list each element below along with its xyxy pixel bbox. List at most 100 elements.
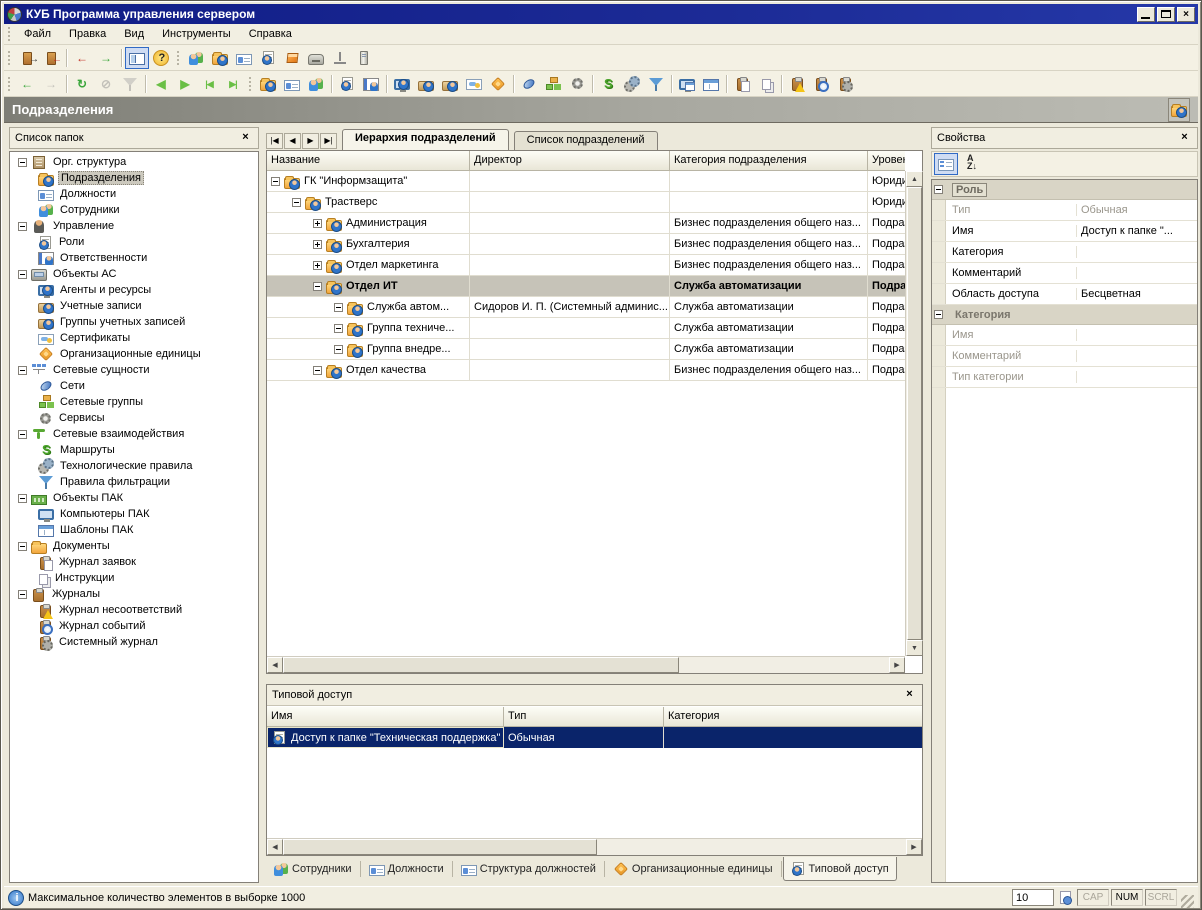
vertical-scroll-thumb[interactable]: [907, 187, 922, 640]
tree-item[interactable]: Группы учетных записей: [10, 314, 258, 330]
expand-toggle-icon[interactable]: [18, 589, 27, 599]
property-group-row[interactable]: Категория: [932, 305, 1197, 325]
department-row[interactable]: Отдел качества Бизнес подразделения общег…: [267, 360, 905, 381]
refresh-button[interactable]: ↻: [70, 73, 94, 95]
bottom-tab[interactable]: Сотрудники: [266, 857, 359, 881]
tree-item[interactable]: Ответственности: [10, 250, 258, 266]
tab-active[interactable]: Иерархия подразделений: [342, 129, 509, 150]
tree-item[interactable]: Орг. структура: [10, 154, 258, 170]
tree-item[interactable]: Сертификаты: [10, 330, 258, 346]
clipboard-gear-button[interactable]: [833, 73, 857, 95]
scroll-right-icon[interactable]: ▶: [906, 839, 922, 855]
access-row[interactable]: Доступ к папке "Техническая поддержка" Об…: [267, 727, 922, 748]
collapse-group-icon[interactable]: [934, 185, 943, 194]
tree-item[interactable]: Подразделения: [10, 170, 258, 187]
nav-forward-button[interactable]: →: [39, 73, 63, 95]
collapse-group-icon[interactable]: [934, 310, 943, 319]
tab-nav-icon[interactable]: |◀: [266, 133, 283, 149]
tree-item[interactable]: Правила фильтрации: [10, 474, 258, 490]
users-group-button[interactable]: [304, 73, 328, 95]
department-row[interactable]: Группа техниче... Служба автоматизации Под…: [267, 318, 905, 339]
expand-toggle-icon[interactable]: [292, 197, 301, 207]
play-last-button[interactable]: ▶|: [221, 73, 245, 95]
scroll-right-icon[interactable]: ▶: [889, 657, 905, 673]
tree-item[interactable]: Маршруты: [10, 442, 258, 458]
expand-toggle-icon[interactable]: [18, 157, 27, 167]
folder-user-button[interactable]: [208, 47, 232, 69]
net-swirl-button[interactable]: [517, 73, 541, 95]
toolbar-grip[interactable]: [248, 74, 253, 93]
clipboard-page-button[interactable]: [730, 73, 754, 95]
tree-item[interactable]: Роли: [10, 234, 258, 250]
tree-item[interactable]: Компьютеры ПАК: [10, 506, 258, 522]
notebook-person-button[interactable]: [359, 73, 383, 95]
property-row[interactable]: Тип Обычная: [932, 200, 1197, 221]
menu-item[interactable]: Вид: [115, 26, 153, 42]
expand-toggle-icon[interactable]: [18, 429, 27, 439]
maximize-button[interactable]: [1157, 6, 1175, 22]
window-layout-button[interactable]: [699, 73, 723, 95]
property-row[interactable]: Категория: [932, 242, 1197, 263]
menu-item[interactable]: Правка: [60, 26, 115, 42]
tower-pc-button[interactable]: [352, 47, 376, 69]
id-card-button[interactable]: [280, 73, 304, 95]
horizontal-scroll-thumb[interactable]: [283, 657, 679, 673]
bottom-tab[interactable]: Типовой доступ: [782, 857, 897, 881]
expand-toggle-icon[interactable]: [313, 218, 322, 228]
scroll-up-icon[interactable]: ▲: [906, 171, 923, 187]
person-doc-button[interactable]: [335, 73, 359, 95]
column-header[interactable]: Директор: [470, 151, 670, 171]
sort-az-button[interactable]: [961, 153, 985, 175]
door-exit-red-button[interactable]: [39, 47, 63, 69]
tech-gears-button[interactable]: [620, 73, 644, 95]
property-row[interactable]: Имя Доступ к папке "...: [932, 221, 1197, 242]
folders-close-icon[interactable]: ×: [238, 131, 253, 145]
toolbar-grip[interactable]: [7, 48, 12, 67]
column-header[interactable]: Тип: [504, 707, 664, 727]
department-row[interactable]: Бухгалтерия Бизнес подразделения общего н…: [267, 234, 905, 255]
tree-item[interactable]: Инструкции: [10, 570, 258, 586]
expand-toggle-icon[interactable]: [313, 260, 322, 270]
expand-toggle-icon[interactable]: [313, 365, 322, 375]
minimize-button[interactable]: [1137, 6, 1155, 22]
department-row[interactable]: ГК "Информзащита" Юридиче: [267, 171, 905, 192]
person-doc-button[interactable]: [256, 47, 280, 69]
tree-item[interactable]: Сетевые взаимодействия: [10, 426, 258, 442]
horizontal-scroll-thumb[interactable]: [283, 839, 598, 855]
tab-nav-icon[interactable]: ▶|: [320, 133, 337, 149]
apply-selection-limit-icon[interactable]: [1060, 891, 1072, 905]
plug-button[interactable]: [328, 47, 352, 69]
tree-item[interactable]: Системный журнал: [10, 634, 258, 651]
tree-item[interactable]: Объекты ПАК: [10, 490, 258, 506]
tree-item[interactable]: Управление: [10, 218, 258, 234]
bottom-tab[interactable]: Должности: [362, 857, 451, 881]
properties-close-icon[interactable]: ×: [1177, 131, 1192, 145]
expand-toggle-icon[interactable]: [18, 493, 27, 503]
arrow-green-right-button[interactable]: →: [94, 47, 118, 69]
scroll-left-icon[interactable]: ◀: [267, 839, 283, 855]
expand-toggle-icon[interactable]: [18, 269, 27, 279]
org-chart-button[interactable]: [541, 73, 565, 95]
department-row[interactable]: Отдел маркетинга Бизнес подразделения общ…: [267, 255, 905, 276]
property-row[interactable]: Комментарий: [932, 263, 1197, 284]
expand-toggle-icon[interactable]: [18, 541, 27, 551]
tree-item[interactable]: Журналы: [10, 586, 258, 602]
box-3d-button[interactable]: [280, 47, 304, 69]
bottom-tab[interactable]: Организационные единицы: [606, 857, 780, 881]
typical-access-close-icon[interactable]: ×: [902, 688, 917, 702]
menu-item[interactable]: Справка: [240, 26, 301, 42]
play-prev-button[interactable]: ◀: [149, 73, 173, 95]
tree-item[interactable]: Объекты АС: [10, 266, 258, 282]
column-header[interactable]: Уровень: [868, 151, 905, 171]
column-header[interactable]: Имя: [267, 707, 504, 727]
tree-item[interactable]: Сервисы: [10, 410, 258, 426]
monitor-person-button[interactable]: [390, 73, 414, 95]
tree-item[interactable]: Сотрудники: [10, 202, 258, 218]
tree-item[interactable]: Учетные записи: [10, 298, 258, 314]
property-value[interactable]: Доступ к папке "...: [1077, 225, 1197, 237]
filter-blue-button[interactable]: [644, 73, 668, 95]
play-next-button[interactable]: ▶: [173, 73, 197, 95]
scroll-left-icon[interactable]: ◀: [267, 657, 283, 673]
column-header[interactable]: Название: [267, 151, 470, 171]
expand-toggle-icon[interactable]: [18, 221, 27, 231]
